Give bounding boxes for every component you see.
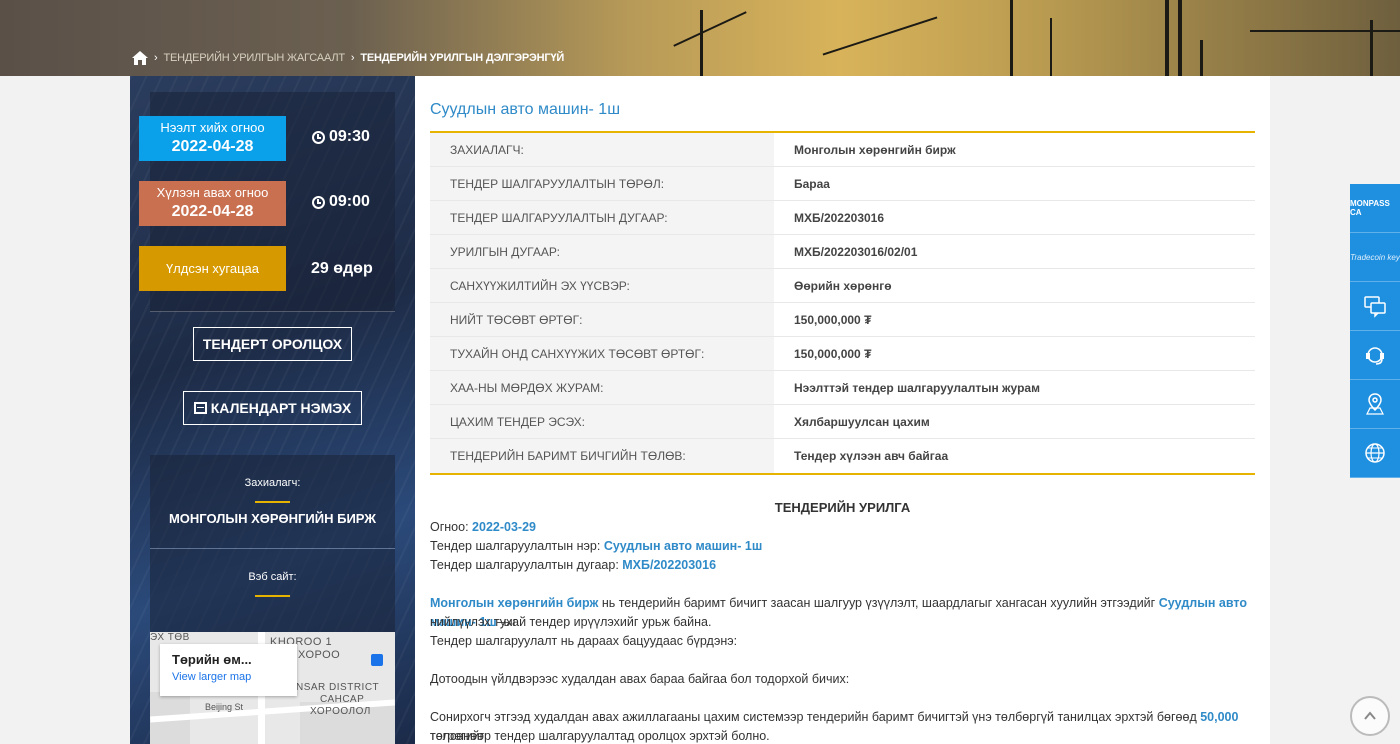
tradecoin-icon[interactable]: Tradecoin key — [1350, 233, 1400, 282]
location-icon[interactable] — [1350, 380, 1400, 429]
invitation-date: Огноо: 2022-03-29 — [430, 520, 536, 534]
table-row: ТЕНДЕРИЙН БАРИМТ БИЧГИЙН ТӨЛӨВ: Тендер хү… — [430, 439, 1255, 473]
breadcrumb-parent[interactable]: ТЕНДЕРИЙН УРИЛГЫН ЖАГСААЛТ — [163, 52, 345, 64]
support-icon[interactable] — [1350, 331, 1400, 380]
participate-button[interactable]: ТЕНДЕРТ ОРОЛЦОХ — [193, 327, 352, 361]
breadcrumb-current: ТЕНДЕРИЙН УРИЛГЫН ДЭЛГЭРЭНГҮЙ — [360, 52, 565, 64]
table-row: ТУХАЙН ОНД САНХҮҮЖИХ ТӨСӨВТ ӨРТӨГ: 150,00… — [430, 337, 1255, 371]
location-map[interactable]: ЭХ ТӨВ KHOROO 1 ХОРОО NSAR DISTRICT САНС… — [150, 632, 395, 744]
invitation-paragraph-3: Дотоодын үйлдвэрээс худалдан авах бараа … — [430, 672, 850, 686]
chevron-right-icon: › — [350, 52, 355, 64]
table-row: ТЕНДЕР ШАЛГАРУУЛАЛТЫН ДУГААР: МХБ/2022030… — [430, 201, 1255, 235]
breadcrumb: › ТЕНДЕРИЙН УРИЛГЫН ЖАГСААЛТ › ТЕНДЕРИЙН… — [132, 50, 564, 66]
open-date-badge: Нээлт хийх огноо 2022-04-28 — [139, 116, 286, 161]
view-larger-map-link[interactable]: View larger map — [172, 671, 285, 683]
table-row: ЗАХИАЛАГЧ: Монголын хөрөнгийн бирж — [430, 133, 1255, 167]
receive-date-badge: Хүлээн авах огноо 2022-04-28 — [139, 181, 286, 226]
header-banner: › ТЕНДЕРИЙН УРИЛГЫН ЖАГСААЛТ › ТЕНДЕРИЙН… — [0, 0, 1400, 76]
invitation-name: Тендер шалгаруулалтын нэр: Суудлын авто … — [430, 539, 763, 553]
website-box — [150, 549, 395, 632]
chevron-right-icon: › — [154, 52, 158, 64]
monpass-icon[interactable]: MONPASS CA — [1350, 184, 1400, 233]
table-row: САНХҮҮЖИЛТИЙН ЭХ ҮҮСВЭР: Өөрийн хөрөнгө — [430, 269, 1255, 303]
clock-icon — [312, 130, 325, 144]
calendar-icon — [193, 402, 207, 414]
table-row: ХАА-НЫ МӨРДӨХ ЖУРАМ: Нээлттэй тендер шалг… — [430, 371, 1255, 405]
clock-icon — [312, 195, 325, 209]
invitation-number: Тендер шалгаруулалтын дугаар: МХБ/202203… — [430, 558, 717, 572]
invitation-paragraph-4-line-2: төлсөнөөр тендер шалгаруулалтад оролцох … — [430, 729, 770, 743]
chevron-up-icon — [1364, 711, 1376, 720]
remaining-badge: Үлдсэн хугацаа — [139, 246, 286, 291]
table-row: ТЕНДЕР ШАЛГАРУУЛАЛТЫН ТӨРӨЛ: Бараа — [430, 167, 1255, 201]
invitation-heading: ТЕНДЕРИЙН УРИЛГА — [774, 500, 911, 515]
open-time: 09:30 — [312, 128, 370, 146]
add-calendar-button[interactable]: КАЛЕНДАРТ НЭМЭХ — [183, 391, 362, 425]
tender-detail: Суудлын авто машин- 1ш ЗАХИАЛАГЧ: Монголы… — [415, 76, 1270, 744]
tender-info-table: ЗАХИАЛАГЧ: Монголын хөрөнгийн бирж ТЕНДЕР… — [430, 131, 1255, 475]
home-icon[interactable] — [132, 51, 148, 65]
client-value: МОНГОЛЫН ХӨРӨНГИЙН БИРЖ — [168, 511, 377, 526]
chat-icon[interactable] — [1350, 282, 1400, 331]
bus-stop-icon — [371, 654, 383, 666]
scroll-to-top-button[interactable] — [1350, 696, 1390, 736]
globe-icon[interactable] — [1350, 429, 1400, 478]
map-place-card: Төрийн өм... View larger map — [160, 644, 297, 696]
client-label: Захиалагч: — [244, 477, 301, 489]
website-label: Вэб сайт: — [248, 571, 297, 583]
receive-time: 09:00 — [312, 193, 370, 211]
invitation-paragraph-2: Тендер шалгаруулалт нь дараах бацуудаас … — [430, 634, 738, 648]
floating-sidebar: MONPASS CA Tradecoin key — [1350, 184, 1400, 478]
table-row: УРИЛГЫН ДУГААР: МХБ/202203016/02/01 — [430, 235, 1255, 269]
invitation-paragraph-1-line-2: нийлүүлэх тухай тендер ирүүлэхийг урьж б… — [430, 615, 712, 629]
table-row: ЦАХИМ ТЕНДЕР ЭСЭХ: Хялбаршуулсан цахим — [430, 405, 1255, 439]
table-row: НИЙТ ТӨСӨВТ ӨРТӨГ: 150,000,000 ₮ — [430, 303, 1255, 337]
map-place-name: Төрийн өм... — [172, 652, 252, 667]
remaining-value: 29 өдөр — [311, 260, 373, 277]
tender-info-panel: Нээлт хийх огноо 2022-04-28 09:30 Хүлээн… — [130, 76, 415, 744]
tender-title: Суудлын авто машин- 1ш — [430, 101, 621, 118]
